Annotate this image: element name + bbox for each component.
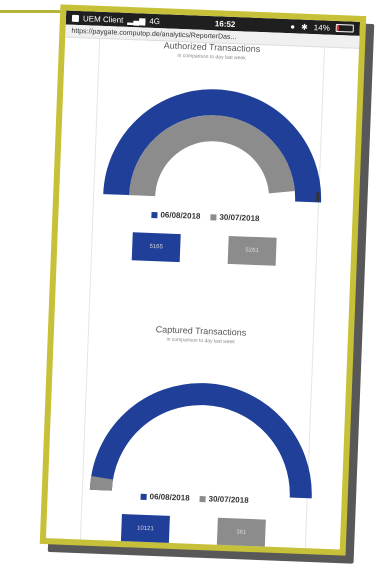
authorized-buttons: 5165 5261 xyxy=(92,231,317,268)
report-panel: Authorized Transactions in comparison to… xyxy=(79,37,326,550)
app-icon xyxy=(71,14,80,22)
captured-current-arc xyxy=(89,383,312,499)
carrier-label: UEM Client xyxy=(82,13,124,25)
authorized-current-button[interactable]: 5165 xyxy=(131,232,181,263)
network-label: 4G xyxy=(149,16,161,26)
authorized-legend-current: 06/08/2018 xyxy=(151,210,201,221)
battery-icon xyxy=(335,23,354,33)
clock: 16:52 xyxy=(214,18,236,29)
authorized-previous-button[interactable]: 5261 xyxy=(227,235,277,266)
authorized-section: Authorized Transactions in comparison to… xyxy=(91,38,324,296)
captured-section: Captured Transactions in comparison to d… xyxy=(80,322,313,550)
captured-legend-previous: 30/07/2018 xyxy=(199,494,249,505)
authorized-previous-arc xyxy=(129,115,295,197)
bluetooth-icon: ✱ xyxy=(300,22,308,32)
captured-previous-button[interactable]: 361 xyxy=(216,517,266,548)
phone-screenshot-frame: UEM Client ▂▄▆ 4G 16:52 ● ✱ 14% https://… xyxy=(39,4,367,556)
location-icon: ● xyxy=(290,21,296,31)
captured-gauge xyxy=(89,383,312,499)
captured-buttons: 10121 361 xyxy=(81,513,306,550)
captured-current-button[interactable]: 10121 xyxy=(120,514,170,544)
report-content: Authorized Transactions in comparison to… xyxy=(46,37,359,550)
authorized-gauge-end-marker xyxy=(316,192,320,202)
captured-legend-current: 06/08/2018 xyxy=(140,492,190,503)
captured-previous-arc xyxy=(89,475,114,491)
signal-icon: ▂▄▆ xyxy=(127,15,146,26)
battery-percent: 14% xyxy=(313,22,330,33)
authorized-legend-previous: 30/07/2018 xyxy=(210,212,260,223)
authorized-gauge xyxy=(103,89,322,203)
phone-screen: UEM Client ▂▄▆ 4G 16:52 ● ✱ 14% https://… xyxy=(45,10,361,550)
